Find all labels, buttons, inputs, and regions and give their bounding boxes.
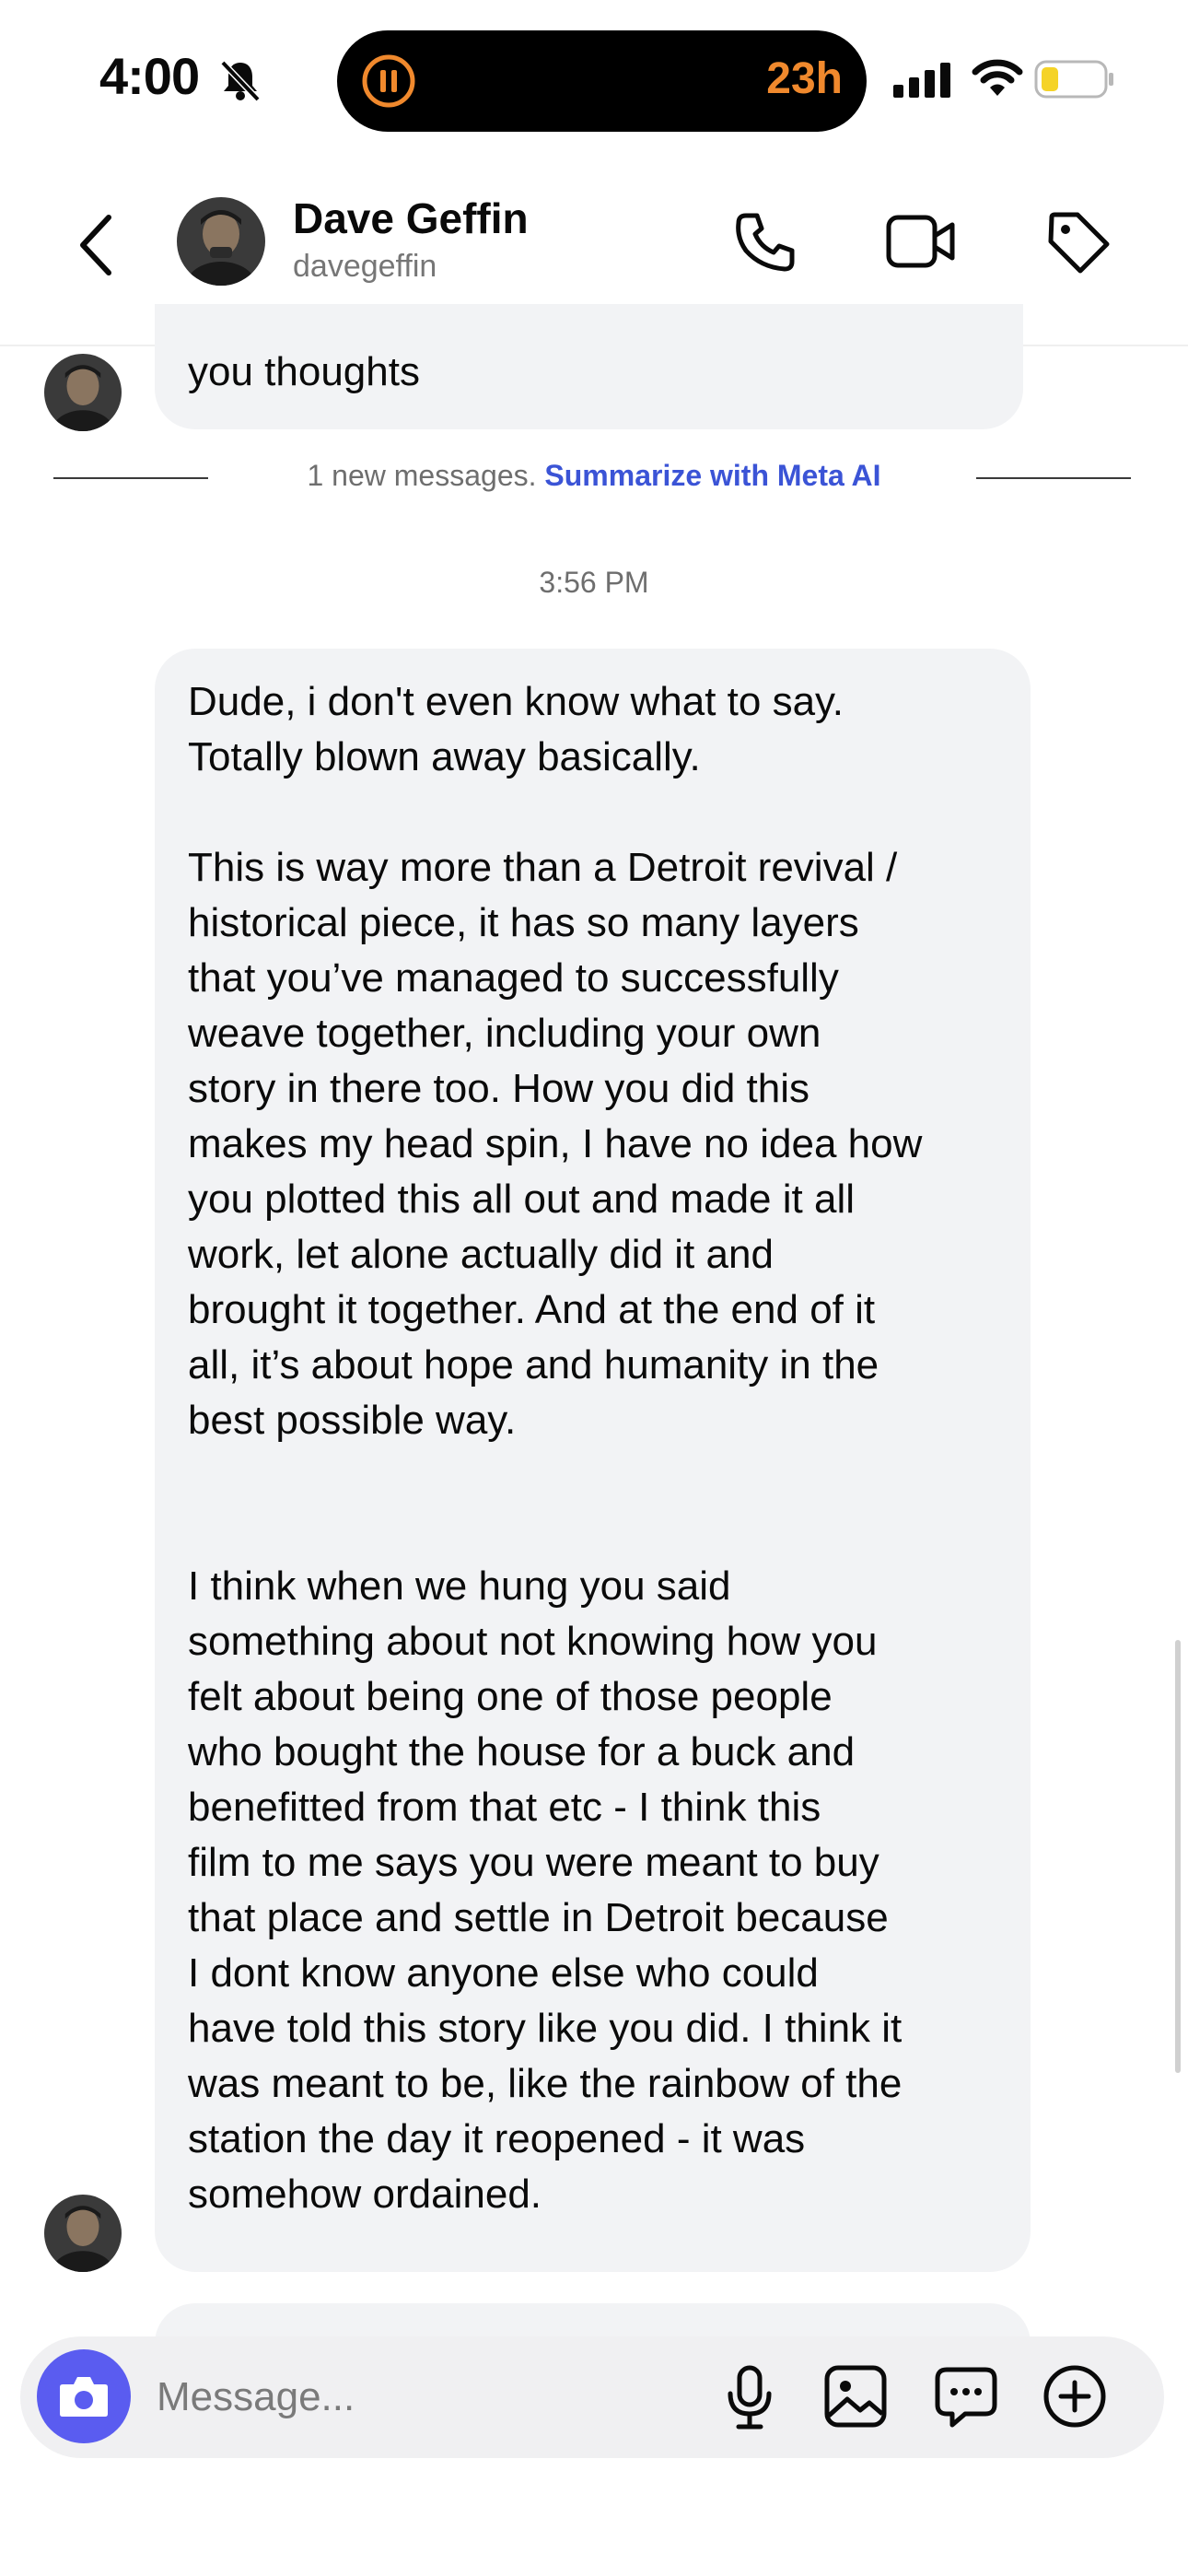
- phone-call-icon[interactable]: [733, 210, 798, 279]
- message-bubble[interactable]: Dude, i don't even know what to say. Tot…: [155, 649, 1031, 2272]
- video-call-icon[interactable]: [886, 212, 956, 275]
- contact-handle[interactable]: davegeffin: [293, 249, 437, 285]
- gallery-icon[interactable]: [823, 2364, 888, 2433]
- island-timer: 23h: [766, 54, 843, 103]
- contact-name[interactable]: Dave Geffin: [293, 193, 529, 243]
- back-chevron-icon[interactable]: [74, 212, 120, 283]
- pause-icon[interactable]: [361, 53, 416, 113]
- wifi-icon: [972, 59, 1023, 102]
- scrollbar[interactable]: [1175, 1640, 1181, 2073]
- dynamic-island[interactable]: 23h: [337, 30, 867, 132]
- message-text: you thoughts: [188, 349, 420, 394]
- message-input[interactable]: [155, 2364, 674, 2430]
- sticker-chat-icon[interactable]: [934, 2364, 998, 2433]
- sender-avatar[interactable]: [44, 2195, 122, 2272]
- microphone-icon[interactable]: [724, 2364, 775, 2435]
- tag-icon[interactable]: [1046, 210, 1111, 279]
- new-messages-count: 1 new messages.: [307, 459, 537, 492]
- new-messages-notice: 1 new messages. Summarize with Meta AI: [0, 459, 1188, 493]
- contact-avatar[interactable]: [177, 197, 265, 286]
- status-time: 4:00: [99, 47, 200, 105]
- bell-muted-icon: [217, 57, 263, 108]
- message-bubble-previous[interactable]: you thoughts: [155, 304, 1023, 429]
- message-timestamp: 3:56 PM: [539, 566, 649, 599]
- message-text: Dude, i don't even know what to say. Tot…: [188, 679, 923, 2217]
- sender-avatar[interactable]: [44, 354, 122, 431]
- camera-button[interactable]: [37, 2349, 131, 2443]
- summarize-with-meta-ai-link[interactable]: Summarize with Meta AI: [544, 459, 880, 492]
- battery-icon: [1034, 60, 1115, 103]
- signal-icon: [893, 61, 952, 102]
- add-plus-icon[interactable]: [1042, 2364, 1107, 2433]
